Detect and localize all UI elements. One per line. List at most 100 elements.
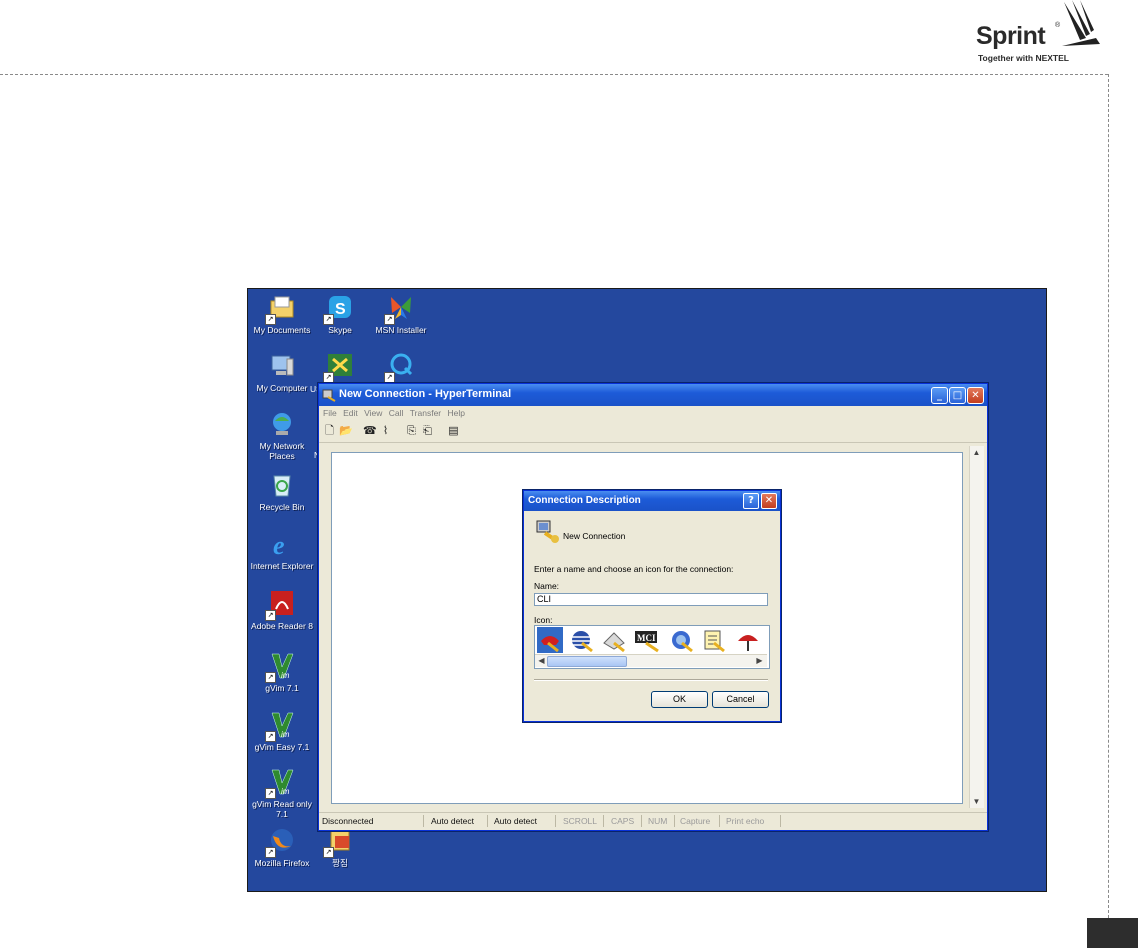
dialog-separator — [534, 679, 768, 681]
msn-butterfly-icon: ↗ — [384, 293, 416, 325]
mci-phone-icon[interactable]: MCI — [634, 629, 662, 653]
disconnect-icon[interactable]: ⌇ — [379, 425, 392, 438]
status-separator — [780, 815, 781, 827]
my-documents-icon: ↗ — [265, 293, 297, 325]
svg-text:im: im — [281, 787, 290, 796]
page-divider-right — [1108, 74, 1109, 948]
send-icon[interactable]: ⎘ — [405, 425, 418, 438]
desktop-icon-msn-installer[interactable]: ↗ MSN Installer — [366, 293, 436, 335]
menu-help[interactable]: Help — [448, 408, 465, 418]
menu-transfer[interactable]: Transfer — [410, 408, 441, 418]
globe-dial-icon[interactable] — [670, 629, 694, 653]
dialog-heading: New Connection — [563, 531, 626, 541]
desktop-icon-internet-explorer[interactable]: e Internet Explorer — [248, 529, 317, 571]
document-phone-icon[interactable] — [702, 629, 726, 653]
scroll-right-icon[interactable]: ▶ — [754, 655, 765, 666]
scroll-up-icon[interactable]: ▲ — [971, 447, 982, 458]
new-connection-icon — [536, 520, 559, 543]
sprint-wing-icon — [1062, 0, 1100, 46]
scrollbar-thumb[interactable] — [547, 656, 627, 667]
globe-phone-icon[interactable] — [570, 629, 594, 653]
recycle-bin-icon — [267, 470, 297, 500]
connection-description-dialog: Connection Description ? ✕ New Connectio… — [523, 490, 781, 722]
call-icon[interactable]: ☎ — [363, 425, 377, 438]
desktop-icon-my-network-places[interactable]: My Network Places — [248, 409, 317, 461]
desktop-icon-network-tool[interactable]: ↗ — [305, 351, 375, 383]
icon-picker-scrollbar[interactable]: ◀ ▶ — [535, 654, 767, 667]
desktop-icon-archive[interactable]: ↗ 짱짐 — [305, 826, 375, 868]
internet-explorer-icon: e — [267, 529, 297, 560]
page-divider-top — [0, 74, 1108, 75]
status-detect-1: Auto detect — [431, 816, 475, 826]
status-separator — [423, 815, 424, 827]
skype-icon: S ↗ — [323, 293, 355, 325]
icon-picker[interactable]: MCI ◀ ▶ — [534, 625, 770, 669]
status-connection: Disconnected — [322, 816, 374, 826]
open-folder-icon[interactable]: 📂 — [339, 425, 353, 438]
dialog-titlebar[interactable]: Connection Description ? ✕ — [524, 491, 780, 511]
status-caps: CAPS — [611, 816, 635, 826]
desktop-icon-quicktime[interactable]: ↗ — [366, 351, 436, 383]
gvim-easy-icon: im ↗ — [265, 710, 297, 742]
network-places-icon — [267, 409, 297, 439]
dialog-title: Connection Description — [528, 495, 641, 506]
status-separator — [603, 815, 604, 827]
red-phone-icon[interactable] — [538, 629, 562, 653]
desktop-icon-gvim[interactable]: im ↗ gVim 7.1 — [248, 651, 317, 693]
status-separator — [641, 815, 642, 827]
ok-button[interactable]: OK — [651, 691, 708, 708]
menu-view[interactable]: View — [364, 408, 382, 418]
network-tool-icon: ↗ — [323, 351, 355, 383]
status-separator — [555, 815, 556, 827]
connection-name-input[interactable]: CLI — [534, 593, 768, 606]
brand-tagline: Together with NEXTEL — [978, 53, 1069, 63]
desktop-icon-gvim-read-only[interactable]: im ↗ gVim Read only 7.1 — [248, 767, 317, 819]
desktop-icon-adobe-reader[interactable]: ↗ Adobe Reader 8 — [248, 589, 317, 631]
name-label: Name: — [534, 581, 560, 591]
my-computer-icon — [267, 351, 297, 381]
cancel-button[interactable]: Cancel — [712, 691, 769, 708]
toolbar: 🗋 📂 ☎ ⌇ ⎘ ⎗ ▤ — [319, 422, 987, 443]
svg-text:e: e — [273, 531, 285, 559]
menu-call[interactable]: Call — [389, 408, 404, 418]
status-num: NUM — [648, 816, 668, 826]
dialog-close-button[interactable]: ✕ — [761, 493, 777, 509]
minimize-button[interactable]: _ — [931, 387, 948, 404]
status-separator — [487, 815, 488, 827]
help-button[interactable]: ? — [743, 493, 759, 509]
mci-logo-text: MCI — [637, 633, 656, 643]
gvim-icon: im ↗ — [265, 651, 297, 683]
svg-text:S: S — [335, 301, 346, 318]
icon-label: Icon: — [534, 615, 553, 625]
status-separator — [674, 815, 675, 827]
brand-name: Sprint — [976, 22, 1046, 50]
page-tab — [1087, 918, 1138, 948]
scroll-left-icon[interactable]: ◀ — [536, 655, 547, 666]
status-print-echo: Print echo — [726, 816, 765, 826]
svg-text:im: im — [281, 671, 290, 680]
desktop-icon-skype[interactable]: S ↗ Skype — [305, 293, 375, 335]
svg-text:im: im — [281, 730, 290, 739]
hyperterminal-app-icon — [322, 389, 336, 402]
window-title: New Connection - HyperTerminal — [339, 388, 512, 400]
scroll-down-icon[interactable]: ▼ — [971, 796, 982, 807]
status-scroll: SCROLL — [563, 816, 598, 826]
vertical-scrollbar[interactable]: ▲ ▼ — [969, 446, 984, 808]
red-umbrella-phone-icon[interactable] — [736, 629, 760, 653]
menu-bar: File Edit View Call Transfer Help — [319, 406, 987, 422]
dialog-prompt: Enter a name and choose an icon for the … — [534, 564, 734, 574]
desktop-icon-recycle-bin[interactable]: Recycle Bin — [248, 470, 317, 512]
window-titlebar[interactable]: New Connection - HyperTerminal _ □ ✕ — [319, 384, 987, 406]
desktop-icon-gvim-easy[interactable]: im ↗ gVim Easy 7.1 — [248, 710, 317, 752]
fax-phone-icon[interactable] — [602, 629, 626, 653]
properties-icon[interactable]: ▤ — [447, 425, 460, 438]
receive-icon[interactable]: ⎗ — [421, 425, 434, 438]
maximize-button[interactable]: □ — [949, 387, 966, 404]
close-button[interactable]: ✕ — [967, 387, 984, 404]
quicktime-icon: ↗ — [384, 351, 416, 383]
status-detect-2: Auto detect — [494, 816, 538, 826]
menu-edit[interactable]: Edit — [343, 408, 358, 418]
new-file-icon[interactable]: 🗋 — [323, 425, 336, 438]
firefox-icon: ↗ — [265, 826, 297, 858]
menu-file[interactable]: File — [323, 408, 337, 418]
